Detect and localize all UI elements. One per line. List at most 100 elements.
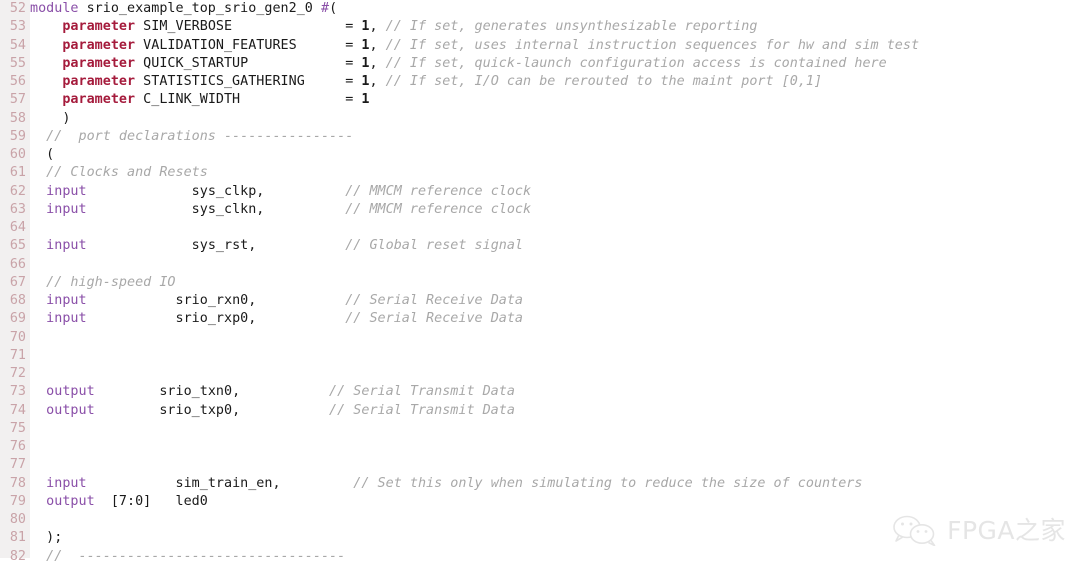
comment-token: // MMCM reference clock <box>345 201 532 217</box>
code-content-area[interactable]: 52 module srio_example_top_srio_gen2_0 #(… <box>0 0 1080 564</box>
code-line-text: input sys_clkn, // MMCM reference clock <box>30 201 531 219</box>
line-number: 71 <box>9 347 26 363</box>
keyword-token: input <box>46 183 87 199</box>
line-number: 63 <box>9 201 26 217</box>
comment-token: // Set this only when simulating to redu… <box>353 475 863 491</box>
comment-token: // If set, I/O can be rerouted to the ma… <box>385 74 823 89</box>
plain-token: sys_clkp, <box>86 183 346 199</box>
plain-token: ) <box>30 110 71 126</box>
code-editor[interactable]: 52 module srio_example_top_srio_gen2_0 #(… <box>0 0 1080 564</box>
plain-token: C_LINK_WIDTH = <box>135 92 362 108</box>
code-line[interactable]: 68 input srio_rxn0, // Serial Receive Da… <box>0 292 1080 310</box>
code-line[interactable]: 81 ); <box>0 529 1080 547</box>
code-line-text: // port declarations ---------------- <box>30 128 353 146</box>
comment-token: // Serial Receive Data <box>345 311 524 327</box>
code-line-text: // high-speed IO <box>30 274 175 292</box>
line-number: 56 <box>9 74 26 89</box>
code-line-text: input srio_rxp0, // Serial Receive Data <box>30 310 523 328</box>
code-line-text: output [7:0] led0 <box>30 493 208 511</box>
keyword-token: output <box>46 493 95 509</box>
line-number: 52 <box>9 1 26 16</box>
plain-token: , <box>369 19 386 35</box>
code-line[interactable]: 80 <box>0 511 1080 529</box>
code-line[interactable]: 70 <box>0 329 1080 347</box>
comment-token: // high-speed IO <box>46 274 176 290</box>
comment-token: // --------------------------------- <box>46 548 346 564</box>
code-line[interactable]: 77 <box>0 456 1080 474</box>
code-line[interactable]: 59 // port declarations ---------------- <box>0 128 1080 146</box>
parameter-keyword-token: parameter <box>62 19 136 35</box>
code-line[interactable]: 79 output [7:0] led0 <box>0 493 1080 511</box>
code-line[interactable]: 52 module srio_example_top_srio_gen2_0 #( <box>0 0 1080 18</box>
line-number: 60 <box>9 147 26 162</box>
code-line-text: input sys_clkp, // MMCM reference clock <box>30 183 531 201</box>
code-line[interactable]: 55 parameter QUICK_STARTUP = 1, // If se… <box>0 55 1080 73</box>
plain-token: VALIDATION_FEATURES = <box>135 37 362 53</box>
line-number: 76 <box>9 439 26 454</box>
code-line[interactable]: 74 output srio_txp0, // Serial Transmit … <box>0 402 1080 420</box>
line-number: 55 <box>9 55 26 71</box>
plain-token: , <box>369 55 386 71</box>
code-line[interactable]: 58 ) <box>0 110 1080 128</box>
code-line[interactable]: 72 <box>0 365 1080 383</box>
code-line[interactable]: 56 parameter STATISTICS_GATHERING = 1, /… <box>0 73 1080 91</box>
code-line-text: parameter QUICK_STARTUP = 1, // If set, … <box>30 55 887 73</box>
code-line-text: parameter VALIDATION_FEATURES = 1, // If… <box>30 37 919 55</box>
code-line[interactable]: 65 input sys_rst, // Global reset signal <box>0 237 1080 255</box>
code-line[interactable]: 78 input sim_train_en, // Set this only … <box>0 475 1080 493</box>
code-line-text: input sys_rst, // Global reset signal <box>30 237 523 255</box>
line-number: 68 <box>9 293 26 308</box>
code-line-text: input srio_rxn0, // Serial Receive Data <box>30 292 523 310</box>
plain-token: [7:0] led0 <box>94 493 208 509</box>
code-line-text: module srio_example_top_srio_gen2_0 #( <box>30 0 337 18</box>
line-number: 65 <box>9 238 26 254</box>
plain-token: srio_txp0, <box>94 402 330 418</box>
keyword-token: output <box>46 402 95 418</box>
code-line[interactable]: 67 // high-speed IO <box>0 274 1080 292</box>
comment-token: // Global reset signal <box>345 238 524 254</box>
code-line[interactable]: 75 <box>0 420 1080 438</box>
code-line[interactable]: 73 output srio_txn0, // Serial Transmit … <box>0 383 1080 401</box>
keyword-token: module <box>30 1 79 16</box>
line-number: 53 <box>9 19 26 35</box>
line-number: 77 <box>9 457 26 473</box>
code-line[interactable]: 64 <box>0 219 1080 237</box>
code-line[interactable]: 53 parameter SIM_VERBOSE = 1, // If set,… <box>0 18 1080 36</box>
code-line[interactable]: 61 // Clocks and Resets <box>0 164 1080 182</box>
comment-token: // If set, quick-launch configuration ac… <box>385 55 887 71</box>
code-line-text: ) <box>30 110 70 128</box>
code-line[interactable]: 69 input srio_rxp0, // Serial Receive Da… <box>0 310 1080 328</box>
plain-token: STATISTICS_GATHERING = <box>135 74 362 89</box>
code-line[interactable]: 57 parameter C_LINK_WIDTH = 1 <box>0 91 1080 109</box>
keyword-token: input <box>46 293 87 308</box>
plain-token: sim_train_en, <box>86 475 354 491</box>
code-line-text: // --------------------------------- <box>30 548 345 566</box>
keyword-token: # <box>320 1 330 16</box>
code-line[interactable]: 62 input sys_clkp, // MMCM reference clo… <box>0 183 1080 201</box>
line-number: 73 <box>9 384 26 400</box>
code-line[interactable]: 60 ( <box>0 146 1080 164</box>
code-line[interactable]: 54 parameter VALIDATION_FEATURES = 1, //… <box>0 37 1080 55</box>
plain-token: ( <box>30 147 55 162</box>
code-line[interactable]: 71 <box>0 347 1080 365</box>
line-number: 59 <box>9 128 26 144</box>
keyword-token: output <box>46 384 95 400</box>
comment-token: // MMCM reference clock <box>345 183 532 199</box>
plain-token: QUICK_STARTUP = <box>135 55 362 71</box>
code-line[interactable]: 66 <box>0 256 1080 274</box>
code-line[interactable]: 76 <box>0 438 1080 456</box>
keyword-token: input <box>46 475 87 491</box>
keyword-token: input <box>46 201 87 217</box>
code-line[interactable]: 63 input sys_clkn, // MMCM reference clo… <box>0 201 1080 219</box>
plain-token: ); <box>30 530 63 546</box>
line-number: 72 <box>9 366 26 381</box>
code-line[interactable]: 82 // --------------------------------- <box>0 548 1080 566</box>
